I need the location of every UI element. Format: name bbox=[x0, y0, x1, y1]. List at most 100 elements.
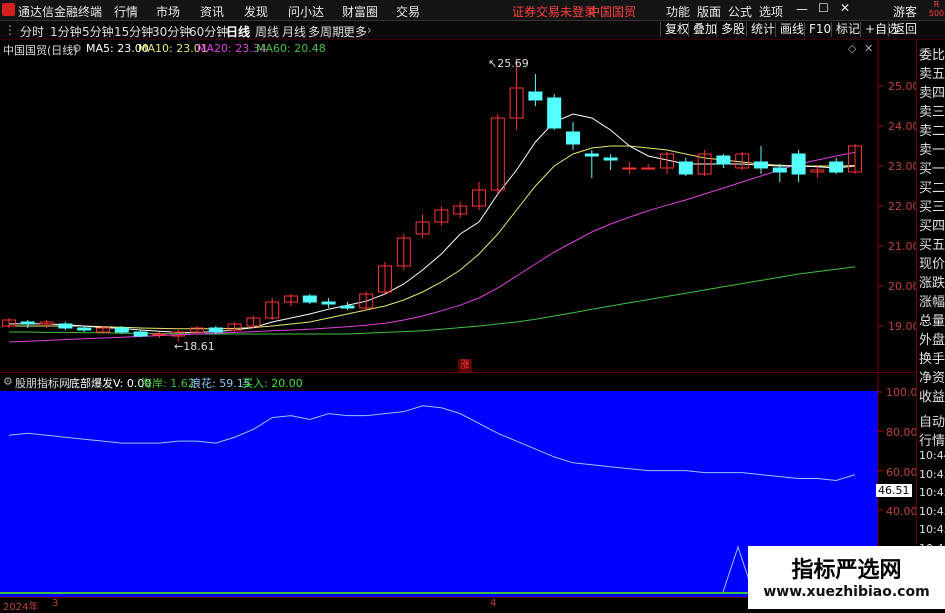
quote-side-panel: 委比 卖五 卖四 卖三 卖二 卖一 买一 买二 买三 买四 买五 现价 涨跌 涨幅 总量 外盘 换手 净资 收益 自动… bbox=[916, 40, 945, 609]
indicator-tick: 80.00 bbox=[886, 426, 918, 439]
period-1min[interactable]: 1分钟 bbox=[50, 23, 82, 40]
guest-label[interactable]: 游客 bbox=[893, 3, 917, 20]
watermark-url: www.xuezhibiao.com bbox=[763, 584, 930, 600]
side-panel-item[interactable]: 10:45 bbox=[919, 486, 945, 499]
x-axis-year: 2024年 bbox=[3, 602, 39, 613]
high-price-annotation: ↖25.69 bbox=[488, 57, 529, 70]
side-panel-item: 卖三 bbox=[919, 105, 945, 120]
side-panel-item: 买一 bbox=[919, 162, 945, 177]
watermark-title: 指标严选网 bbox=[791, 558, 902, 583]
price-tick: 23.00 bbox=[888, 160, 920, 173]
low-price-value: 18.61 bbox=[183, 340, 215, 353]
side-panel-item[interactable]: 行情 bbox=[919, 430, 945, 449]
side-panel-item: 总量 bbox=[919, 314, 945, 329]
ma60-line bbox=[9, 266, 856, 335]
btn-duogu[interactable]: 多股 bbox=[716, 22, 749, 37]
menu-item-gongshi[interactable]: 公式 bbox=[728, 3, 752, 20]
ma10-line bbox=[9, 145, 856, 330]
indicator-tick: 40.00 bbox=[886, 505, 918, 518]
menu-item-banmian[interactable]: 版面 bbox=[697, 3, 721, 20]
menu-item-caifuquan[interactable]: 财富圈 bbox=[342, 3, 378, 20]
candle-body bbox=[114, 327, 129, 333]
candle-body bbox=[302, 295, 317, 303]
period-multi[interactable]: 多周期 bbox=[308, 23, 344, 40]
period-weekly[interactable]: 周线 bbox=[255, 23, 279, 40]
price-tick: 22.00 bbox=[888, 200, 920, 213]
chart-title: 中国国贸(日线) bbox=[3, 44, 78, 57]
side-panel-item: 委比 bbox=[919, 48, 945, 63]
side-panel-item[interactable]: 自动 bbox=[919, 411, 945, 430]
chart-settings-icon[interactable]: ⚙ bbox=[72, 42, 82, 55]
btn-fanhui[interactable]: 返回 bbox=[888, 22, 921, 37]
menu-item-jiaoyi[interactable]: 交易 bbox=[396, 3, 420, 20]
menu-item-shichang[interactable]: 市场 bbox=[156, 3, 180, 20]
candle-body bbox=[340, 305, 355, 309]
period-30min[interactable]: 30分钟 bbox=[152, 23, 191, 40]
candle-body bbox=[772, 167, 787, 173]
period-monthly[interactable]: 月线 bbox=[282, 23, 306, 40]
price-tick: 21.00 bbox=[888, 240, 920, 253]
app-logo-icon bbox=[2, 3, 15, 16]
side-panel-item: 涨跌 bbox=[919, 276, 945, 291]
candle-body bbox=[152, 333, 167, 336]
price-tick: 25.00 bbox=[888, 80, 920, 93]
candle-body bbox=[754, 161, 768, 169]
period-more[interactable]: 更多 bbox=[343, 23, 367, 40]
candle-body bbox=[566, 131, 580, 145]
period-menu-icon[interactable]: ⋮ bbox=[4, 23, 16, 37]
side-panel-item[interactable]: 10:45 bbox=[919, 523, 945, 536]
app-title: 通达信金融终端 bbox=[18, 5, 103, 19]
price-chart[interactable] bbox=[0, 40, 916, 372]
side-panel-item: 净资 bbox=[919, 371, 945, 386]
side-panel-item: 卖二 bbox=[919, 124, 945, 139]
period-15min[interactable]: 15分钟 bbox=[114, 23, 153, 40]
side-panel-item: 买四 bbox=[919, 219, 945, 234]
candle-body bbox=[791, 153, 806, 175]
candle-body bbox=[716, 155, 731, 165]
side-panel-item[interactable]: 10:44 bbox=[919, 449, 945, 462]
candle-body bbox=[321, 301, 336, 305]
period-fenshi[interactable]: 分时 bbox=[20, 23, 44, 40]
period-toolbar: ⋮ 分时 1分钟 5分钟 15分钟 30分钟 60分钟 日线 周线 月线 多周期… bbox=[0, 21, 945, 40]
chart-diamond-icon[interactable]: ◇ bbox=[848, 42, 856, 55]
candle-body bbox=[584, 153, 599, 157]
menu-item-wenxiaoda[interactable]: 问小达 bbox=[288, 3, 324, 20]
level-badge-top: R bbox=[933, 0, 940, 9]
period-daily[interactable]: 日线 bbox=[226, 23, 250, 40]
side-panel-item[interactable]: 10:45 bbox=[919, 505, 945, 518]
watermark-logo: 指标严选网 www.xuezhibiao.com bbox=[748, 546, 945, 609]
candle-body bbox=[547, 97, 562, 129]
side-panel-item: 现价 bbox=[919, 257, 945, 272]
x-axis-april: 4 bbox=[490, 598, 497, 609]
login-status[interactable]: 证券交易未登录 bbox=[512, 3, 596, 20]
x-axis-march: 3 bbox=[52, 598, 59, 609]
side-panel-item: 买三 bbox=[919, 200, 945, 215]
candle-body bbox=[133, 331, 148, 337]
candle-body bbox=[603, 157, 618, 161]
side-panel-item[interactable]: 10:45 bbox=[919, 468, 945, 481]
maximize-icon[interactable]: ☐ bbox=[818, 1, 829, 15]
current-stock-name: 中国国贸 bbox=[588, 5, 637, 19]
menu-item-xuanxiang[interactable]: 选项 bbox=[759, 3, 783, 20]
side-panel-item: 换手 bbox=[919, 352, 945, 367]
candle-body bbox=[20, 321, 35, 325]
side-panel-item: 卖四 bbox=[919, 86, 945, 101]
menu-item-zixun[interactable]: 资讯 bbox=[200, 3, 224, 20]
side-panel-item: 卖五 bbox=[919, 67, 945, 82]
minimize-icon[interactable]: — bbox=[796, 2, 808, 16]
indicator-current-value: 46.51 bbox=[876, 484, 912, 497]
candle-body bbox=[528, 91, 543, 101]
menu-item-hangqing[interactable]: 行情 bbox=[114, 3, 138, 20]
level-badge: R 500 bbox=[928, 0, 945, 18]
candle-body bbox=[678, 161, 693, 175]
chart-close-icon[interactable]: ✕ bbox=[864, 42, 873, 55]
period-60min[interactable]: 60分钟 bbox=[189, 23, 228, 40]
ma20-line bbox=[8, 151, 856, 343]
period-5min[interactable]: 5分钟 bbox=[82, 23, 114, 40]
ma5-line bbox=[8, 113, 856, 333]
close-icon[interactable]: ✕ bbox=[840, 1, 850, 15]
more-chevron-icon[interactable]: › bbox=[367, 23, 372, 37]
menu-item-faxian[interactable]: 发现 bbox=[244, 3, 268, 20]
menu-item-gongneng[interactable]: 功能 bbox=[666, 3, 690, 20]
high-price-value: 25.69 bbox=[497, 57, 529, 70]
